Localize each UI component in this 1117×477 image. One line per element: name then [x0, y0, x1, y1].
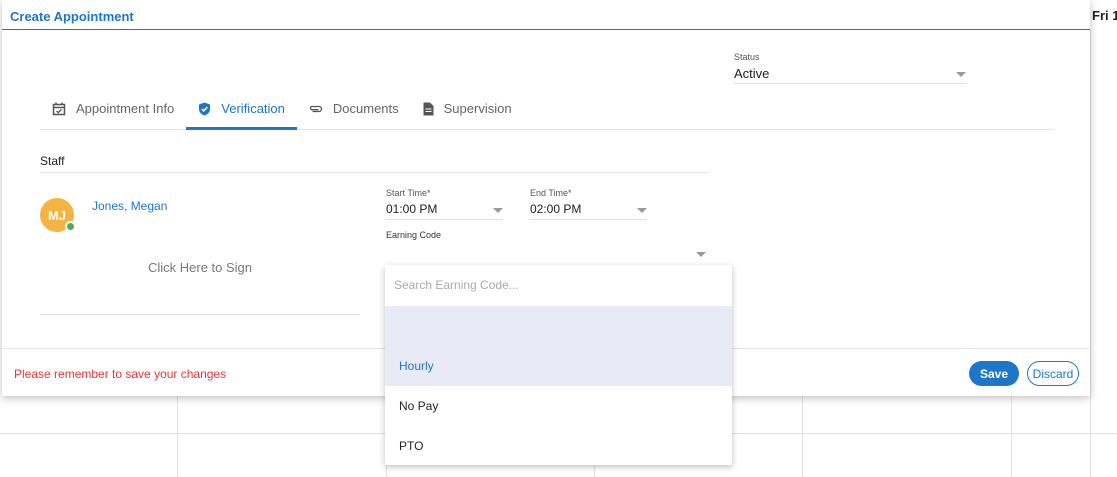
- online-status-icon: [65, 221, 76, 232]
- start-time-field: Start Time* 01:00 PM: [386, 188, 503, 220]
- earning-code-option-no-pay[interactable]: No Pay: [385, 386, 732, 426]
- earning-code-option-pto[interactable]: PTO: [385, 426, 732, 466]
- save-button[interactable]: Save: [969, 361, 1019, 386]
- shield-check-icon: [198, 102, 211, 116]
- end-time-label: End Time*: [530, 188, 572, 198]
- document-icon: [423, 102, 434, 116]
- tab-verification[interactable]: Verification: [186, 88, 297, 130]
- chevron-down-icon: [956, 72, 966, 77]
- end-time-value: 02:00 PM: [530, 202, 582, 216]
- tab-label: Appointment Info: [76, 101, 175, 116]
- chevron-down-icon: [493, 208, 503, 213]
- calendar-check-icon: [52, 102, 66, 116]
- unsaved-changes-warning: Please remember to save your changes: [14, 367, 227, 381]
- calendar-column-divider: [177, 396, 178, 477]
- modal-title: Create Appointment: [10, 9, 134, 24]
- status-label: Status: [734, 52, 760, 62]
- calendar-column-divider: [1011, 396, 1012, 477]
- earning-code-dropdown: Search Earning Code... Hourly No Pay PTO: [385, 265, 732, 465]
- calendar-day-header: Fri 1(: [1092, 8, 1117, 23]
- status-value: Active: [734, 66, 770, 81]
- end-time-select[interactable]: 02:00 PM: [530, 198, 647, 220]
- signature-area[interactable]: Click Here to Sign: [40, 240, 360, 315]
- tab-label: Verification: [221, 101, 285, 116]
- start-time-select[interactable]: 01:00 PM: [386, 198, 503, 220]
- chevron-down-icon: [637, 208, 647, 213]
- staff-section-label: Staff: [40, 154, 708, 173]
- earning-code-option-empty[interactable]: [385, 307, 732, 346]
- earning-code-label: Earning Code: [386, 230, 442, 240]
- earning-code-search-input[interactable]: Search Earning Code...: [385, 265, 732, 307]
- status-field: Status Active: [734, 52, 966, 84]
- avatar: MJ: [40, 198, 76, 232]
- modal-header: Create Appointment: [2, 0, 1090, 30]
- staff-name-link[interactable]: Jones, Megan: [92, 199, 167, 213]
- discard-button[interactable]: Discard: [1027, 361, 1079, 386]
- tab-label: Supervision: [443, 101, 512, 116]
- tab-appointment-info[interactable]: Appointment Info: [40, 88, 186, 129]
- chevron-down-icon: [696, 252, 706, 257]
- sign-prompt: Click Here to Sign: [147, 259, 253, 275]
- earning-code-select[interactable]: [386, 240, 708, 266]
- start-time-value: 01:00 PM: [386, 202, 438, 216]
- end-time-field: End Time* 02:00 PM: [530, 188, 647, 220]
- tab-bar: Appointment Info Verification Documents …: [40, 88, 1054, 130]
- calendar-column-divider: [1090, 30, 1091, 477]
- start-time-label: Start Time*: [386, 188, 431, 198]
- tab-label: Documents: [332, 101, 399, 116]
- status-select[interactable]: Active: [734, 62, 966, 84]
- calendar-column-divider: [802, 396, 803, 477]
- tab-supervision[interactable]: Supervision: [411, 88, 524, 129]
- earning-code-option-hourly[interactable]: Hourly: [385, 346, 732, 386]
- avatar-initials: MJ: [47, 207, 67, 223]
- paperclip-icon: [309, 104, 323, 114]
- tab-documents[interactable]: Documents: [297, 88, 411, 129]
